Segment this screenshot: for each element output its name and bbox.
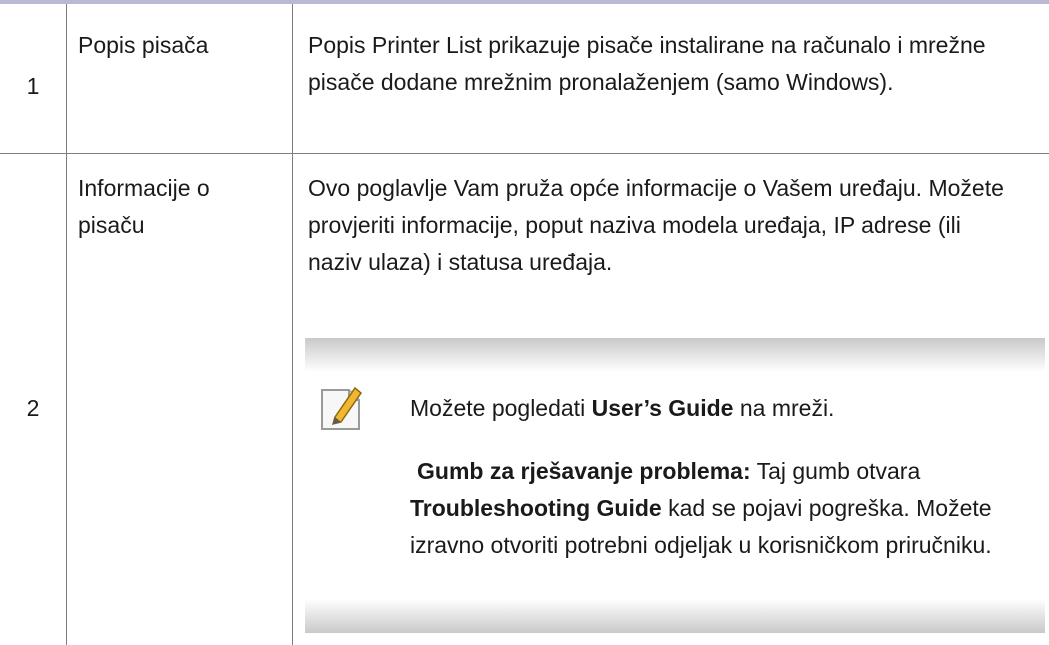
- row-divider: [0, 153, 1049, 154]
- table-top-rule: [0, 0, 1049, 4]
- column-divider-1: [66, 4, 67, 645]
- note-top-band: [305, 338, 1045, 372]
- note-bold-text: User’s Guide: [591, 395, 734, 421]
- row-name: Informacije o pisaču: [78, 175, 210, 238]
- row-name: Popis pisača: [78, 32, 209, 58]
- note-text: Taj gumb otvara: [750, 458, 921, 484]
- row-number: 2: [26, 395, 40, 421]
- note-bold-text: Gumb za rješavanje problema:: [417, 458, 751, 484]
- column-divider-2: [292, 4, 293, 645]
- note-box: Možete pogledati User’s Guide na mreži. …: [305, 338, 1045, 633]
- note-text: Možete pogledati: [410, 395, 592, 421]
- row-description: Popis Printer List prikazuje pisače inst…: [308, 32, 986, 95]
- note-bottom-band: [305, 599, 1045, 633]
- row-number: 1: [26, 73, 40, 99]
- row-description: Ovo poglavlje Vam pruža opće informacije…: [308, 175, 1004, 275]
- note-line-1: Možete pogledati User’s Guide na mreži.: [410, 390, 1040, 427]
- note-paragraph-2: Gumb za rješavanje problema: Taj gumb ot…: [410, 453, 1040, 564]
- note-text: na mreži.: [733, 395, 835, 421]
- note-bold-text: Troubleshooting Guide: [410, 495, 662, 521]
- note-pencil-icon: [321, 386, 363, 430]
